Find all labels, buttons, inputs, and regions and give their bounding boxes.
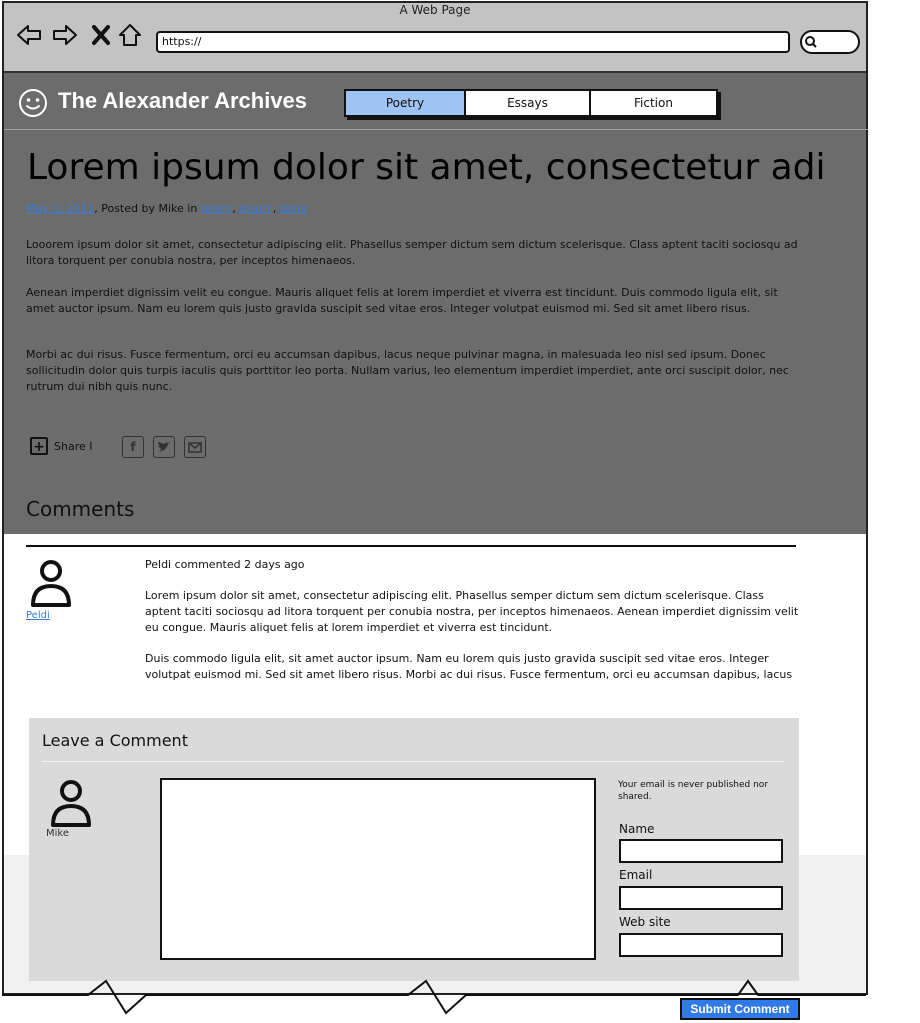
smiley-logo-icon — [19, 89, 47, 117]
posted-by-text: , Posted by Mike in — [94, 202, 201, 215]
leave-comment-divider — [42, 761, 784, 762]
email-privacy-note: Your email is never published nor shared… — [618, 780, 769, 802]
facebook-icon[interactable]: f — [122, 436, 144, 458]
header-divider — [4, 129, 868, 130]
name-label: Name — [619, 822, 655, 836]
user-avatar-icon — [31, 560, 71, 607]
comment-overflow-mask — [140, 684, 810, 698]
back-arrow-icon[interactable] — [16, 22, 42, 48]
website-label: Web site — [619, 915, 671, 929]
post-paragraph: Looorem ipsum dolor sit amet, consectetu… — [26, 238, 798, 267]
website-field[interactable] — [619, 933, 783, 957]
plus-icon: + — [30, 437, 48, 455]
post-meta: May 1, 2011, Posted by Mike in lorem, ip… — [26, 202, 308, 215]
browser-search-button[interactable] — [800, 30, 860, 54]
forward-arrow-icon[interactable] — [52, 22, 78, 48]
tab-poetry[interactable]: Poetry — [346, 91, 466, 115]
comment-textarea[interactable] — [160, 778, 596, 960]
comment-paragraph: Lorem ipsum dolor sit amet, consectetur … — [145, 589, 799, 634]
share-label: Share I — [54, 439, 93, 453]
current-user-avatar-icon — [51, 780, 91, 827]
comment-author-link[interactable]: Peldi — [26, 610, 50, 621]
current-user-name: Mike — [46, 828, 69, 839]
post-paragraph: Aenean imperdiet dignissim velit eu cong… — [26, 286, 778, 315]
post-date-link[interactable]: May 1, 2011 — [26, 202, 94, 215]
email-field[interactable] — [619, 886, 783, 910]
site-title: The Alexander Archives — [58, 88, 308, 113]
home-icon[interactable] — [117, 22, 143, 48]
tab-fiction[interactable]: Fiction — [591, 91, 716, 115]
comments-heading: Comments — [26, 497, 135, 521]
name-field[interactable] — [619, 839, 783, 863]
search-icon — [805, 36, 817, 48]
twitter-bird-icon — [158, 442, 170, 452]
nav-tabs: Poetry Essays Fiction — [344, 89, 718, 117]
tag-link-lorem[interactable]: lorem — [201, 202, 233, 215]
tag-link-dolor[interactable]: dolor — [280, 202, 308, 215]
post-title: Lorem ipsum dolor sit amet, consectetur … — [27, 147, 826, 188]
email-icon[interactable] — [184, 436, 206, 458]
window-title: A Web Page — [399, 3, 471, 17]
url-input[interactable]: https:// — [156, 31, 790, 53]
tab-essays[interactable]: Essays — [466, 91, 591, 115]
twitter-icon[interactable] — [153, 436, 175, 458]
email-label: Email — [619, 868, 653, 882]
share-button[interactable]: + Share I — [30, 437, 92, 455]
post-paragraph: Morbi ac dui risus. Fusce fermentum, orc… — [26, 348, 789, 393]
comment-divider — [26, 545, 796, 547]
submit-comment-button[interactable]: Submit Comment — [680, 998, 800, 1020]
leave-comment-title: Leave a Comment — [42, 731, 188, 750]
tag-link-ipsum[interactable]: ipsum — [239, 202, 272, 215]
comment-header: Peldi commented 2 days ago — [145, 558, 305, 571]
envelope-icon — [188, 441, 202, 453]
close-icon[interactable] — [88, 22, 114, 48]
